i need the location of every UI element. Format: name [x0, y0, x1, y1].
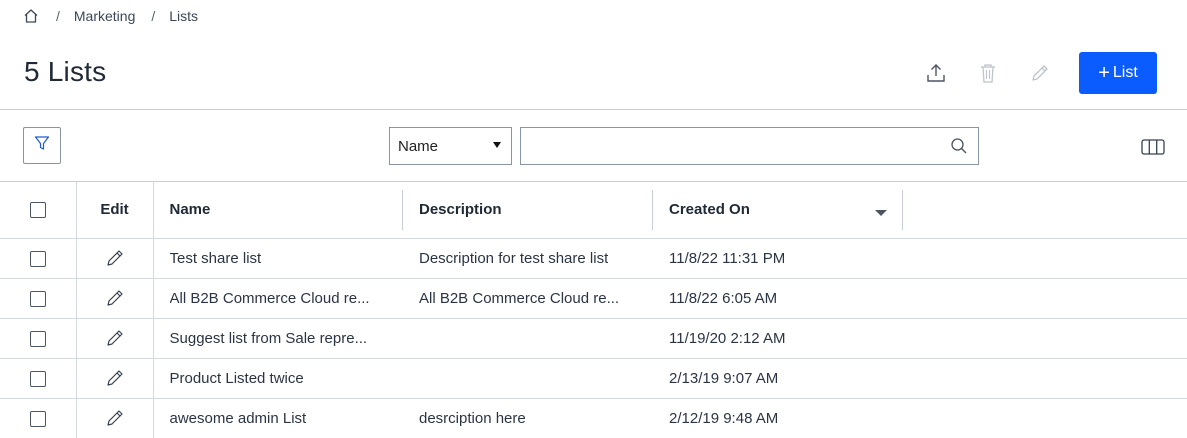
- table-row: Test share list Description for test sha…: [0, 237, 1187, 278]
- row-description: desrciption here: [419, 410, 526, 428]
- home-icon[interactable]: [22, 7, 40, 25]
- header-created-on-label: Created On: [669, 201, 750, 219]
- row-checkbox[interactable]: [29, 250, 46, 267]
- filter-button[interactable]: [23, 127, 61, 164]
- header-name-label: Name: [169, 201, 211, 219]
- edit-pencil-icon[interactable]: [105, 328, 125, 348]
- edit-pencil-icon[interactable]: [105, 368, 125, 388]
- header-divider: [0, 109, 1187, 110]
- export-icon[interactable]: [923, 60, 949, 86]
- edit-pencil-icon[interactable]: [105, 408, 125, 428]
- row-checkbox[interactable]: [29, 290, 46, 307]
- row-name[interactable]: Product Listed twice: [170, 370, 304, 387]
- add-list-button[interactable]: + List: [1079, 52, 1157, 94]
- add-list-label: List: [1112, 64, 1138, 81]
- breadcrumb: / Marketing / Lists: [22, 6, 198, 26]
- row-description: All B2B Commerce Cloud re...: [419, 289, 620, 307]
- row-checkbox[interactable]: [29, 370, 46, 387]
- edit-pencil-icon[interactable]: [105, 248, 125, 268]
- header-description[interactable]: Description: [403, 182, 653, 238]
- breadcrumb-item-marketing[interactable]: Marketing: [74, 8, 135, 24]
- caret-down-icon: [493, 142, 501, 148]
- sort-desc-icon[interactable]: [875, 210, 887, 216]
- row-description: Description for test share list: [419, 249, 609, 267]
- header-select-all: [0, 182, 77, 238]
- row-checkbox[interactable]: [29, 330, 46, 347]
- breadcrumb-separator: /: [151, 8, 156, 24]
- row-name[interactable]: All B2B Commerce Cloud re...: [170, 290, 370, 307]
- row-name[interactable]: awesome admin List: [170, 410, 307, 427]
- table-row: awesome admin List desrciption here 2/12…: [0, 397, 1187, 438]
- table-row: Suggest list from Sale repre... 11/19/20…: [0, 317, 1187, 358]
- search-icon[interactable]: [950, 137, 968, 155]
- breadcrumb-item-lists[interactable]: Lists: [169, 8, 198, 24]
- header-name[interactable]: Name: [153, 182, 403, 238]
- row-name[interactable]: Test share list: [170, 250, 262, 267]
- filter-icon: [34, 135, 50, 156]
- row-created-on: 2/13/19 9:07 AM: [669, 369, 779, 387]
- table-row: All B2B Commerce Cloud re... All B2B Com…: [0, 277, 1187, 318]
- row-created-on: 11/19/20 2:12 AM: [669, 329, 786, 347]
- field-select[interactable]: Name: [389, 127, 512, 165]
- select-all-checkbox[interactable]: [29, 202, 46, 219]
- row-name[interactable]: Suggest list from Sale repre...: [170, 330, 368, 347]
- plus-icon: +: [1098, 62, 1110, 84]
- row-created-on: 2/12/19 9:48 AM: [669, 409, 779, 427]
- breadcrumb-separator: /: [56, 8, 60, 24]
- header-actions: + List: [923, 52, 1157, 94]
- field-select-value: Name: [398, 137, 439, 155]
- lists-table: Edit Name Description Created On Test sh…: [0, 182, 1187, 438]
- columns-icon[interactable]: [1140, 137, 1166, 157]
- row-created-on: 11/8/22 6:05 AM: [669, 289, 778, 307]
- header-edit: Edit: [76, 182, 154, 238]
- row-created-on: 11/8/22 11:31 PM: [669, 249, 786, 267]
- search-box: [520, 127, 979, 165]
- search-input[interactable]: [521, 128, 941, 164]
- header-created-on[interactable]: Created On: [653, 182, 903, 238]
- table-header-row: Edit Name Description Created On: [0, 182, 1187, 238]
- pencil-icon[interactable]: [1027, 60, 1053, 86]
- row-checkbox[interactable]: [29, 410, 46, 427]
- header-description-label: Description: [419, 201, 502, 219]
- header-spacer: [903, 182, 1187, 238]
- trash-icon[interactable]: [975, 60, 1001, 86]
- table-row: Product Listed twice 2/13/19 9:07 AM: [0, 357, 1187, 398]
- edit-pencil-icon[interactable]: [105, 288, 125, 308]
- page-title: 5 Lists: [24, 56, 107, 87]
